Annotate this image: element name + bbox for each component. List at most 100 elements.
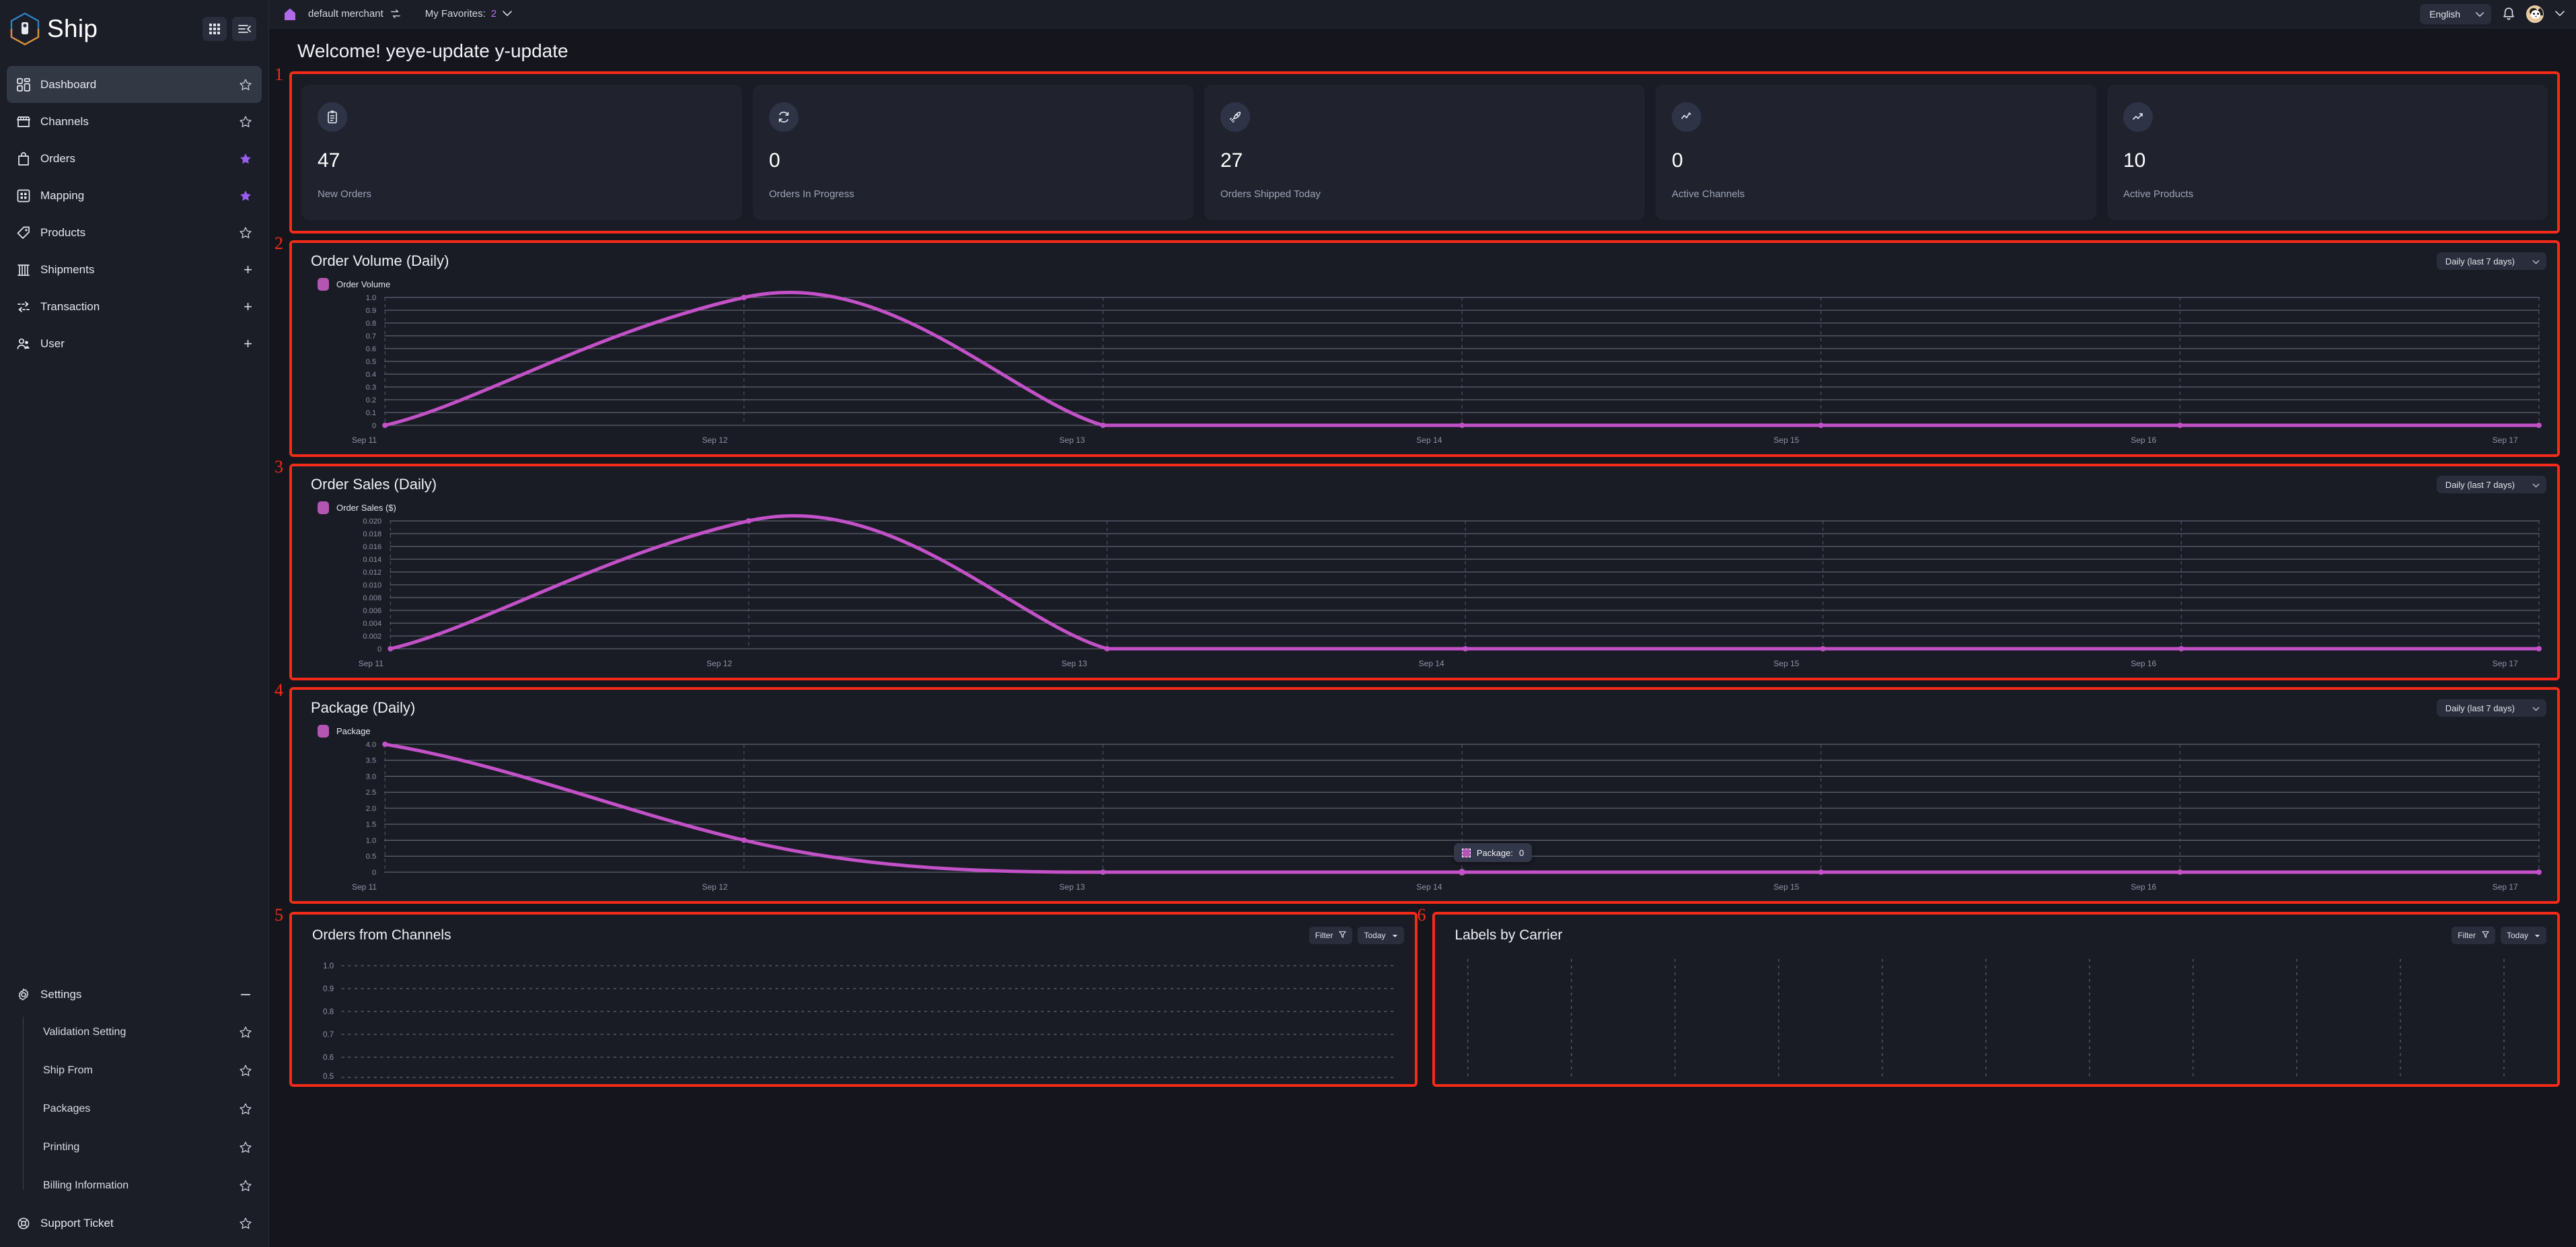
favorite-toggle[interactable] (239, 1026, 252, 1039)
order-sales-legend[interactable]: Order Sales ($) (303, 493, 2546, 514)
panel-header: Order Sales (Daily) Daily (last 7 days) (303, 476, 2546, 493)
stat-value: 47 (318, 149, 726, 172)
my-favorites-dropdown[interactable]: My Favorites: 2 (425, 8, 513, 20)
x-tick: Sep 11 (352, 882, 377, 892)
sidebar-item-shipments[interactable]: Shipments + (7, 251, 262, 288)
merchant-selector[interactable]: default merchant (308, 8, 401, 20)
columns-icon (16, 262, 31, 277)
favorite-toggle[interactable] (239, 226, 252, 240)
favorite-toggle[interactable] (239, 1141, 252, 1154)
sidebar-item-packages[interactable]: Packages (27, 1090, 262, 1128)
stat-card-new-orders[interactable]: 47 New Orders (301, 85, 742, 220)
orders-from-channels-panel: Orders from Channels Filter Today (292, 915, 1415, 1084)
svg-text:0.018: 0.018 (363, 530, 381, 538)
app-root: Ship Dashboard (0, 0, 2576, 1247)
x-tick: Sep 12 (702, 882, 728, 892)
svg-text:3.0: 3.0 (366, 773, 376, 781)
sidebar-item-ship-from[interactable]: Ship From (27, 1051, 262, 1090)
stat-value: 27 (1220, 149, 1629, 172)
sidebar-item-label: User (40, 337, 65, 351)
chevron-down-icon (2475, 9, 2485, 20)
svg-text:0.3: 0.3 (366, 384, 376, 392)
panel-header: Order Volume (Daily) Daily (last 7 days) (303, 252, 2546, 270)
collapse-sidebar-button[interactable] (232, 17, 256, 41)
labels-by-carrier-period-selector[interactable]: Today (2501, 927, 2546, 944)
svg-text:0.016: 0.016 (363, 543, 381, 551)
svg-text:0.008: 0.008 (363, 594, 381, 602)
expand-shipments-button[interactable]: + (244, 262, 252, 277)
legend-swatch (318, 725, 329, 738)
svg-text:1.0: 1.0 (366, 837, 376, 845)
stat-label: Active Channels (1672, 188, 2080, 200)
x-tick: Sep 11 (359, 659, 383, 668)
avatar[interactable] (2526, 5, 2544, 23)
stat-card-orders-in-progress[interactable]: 0 Orders In Progress (753, 85, 1193, 220)
expand-user-button[interactable]: + (244, 336, 252, 351)
sidebar-item-support-ticket[interactable]: Support Ticket (7, 1205, 262, 1242)
stat-card-active-products[interactable]: 10 Active Products (2107, 85, 2548, 220)
dashboard-content: Welcome! yeye-update y-update 1 47 New O… (269, 28, 2576, 1247)
sidebar-item-transaction[interactable]: Transaction + (7, 288, 262, 325)
order-volume-panel: Order Volume (Daily) Daily (last 7 days)… (292, 243, 2557, 454)
favorite-toggle[interactable] (239, 115, 252, 129)
order-sales-panel: Order Sales (Daily) Daily (last 7 days) … (292, 466, 2557, 678)
sidebar-item-label: Mapping (40, 189, 84, 203)
chevron-down-icon (502, 8, 513, 20)
star-filled-icon (239, 189, 252, 203)
labels-by-carrier-plot (1446, 958, 2547, 1079)
minus-icon (239, 988, 252, 1001)
svg-text:0.6: 0.6 (366, 345, 376, 353)
sidebar-item-mapping[interactable]: Mapping (7, 177, 262, 214)
labels-by-carrier-chart (1446, 958, 2547, 1079)
order-sales-range-selector[interactable]: Daily (last 7 days) (2437, 476, 2546, 493)
sidebar-item-validation-setting[interactable]: Validation Setting (27, 1013, 262, 1051)
favorite-toggle[interactable] (239, 1217, 252, 1230)
collapse-settings-button[interactable] (239, 988, 252, 1001)
sidebar-item-channels[interactable]: Channels (7, 103, 262, 140)
favorite-toggle[interactable] (239, 1064, 252, 1077)
favorite-toggle[interactable] (239, 78, 252, 92)
package-range-selector[interactable]: Daily (last 7 days) (2437, 699, 2546, 717)
orders-from-channels-period-selector[interactable]: Today (1358, 927, 1403, 944)
ship-logo-icon (9, 12, 40, 46)
favorite-toggle[interactable] (239, 189, 252, 203)
svg-text:0: 0 (377, 645, 381, 653)
x-tick: Sep 15 (1773, 882, 1799, 892)
favorite-toggle[interactable] (239, 152, 252, 166)
order-volume-range-selector[interactable]: Daily (last 7 days) (2437, 252, 2546, 270)
home-icon[interactable] (283, 7, 297, 22)
apps-grid-button[interactable] (203, 17, 227, 41)
favorite-toggle[interactable] (239, 1102, 252, 1116)
orders-from-channels-filter-button[interactable]: Filter (1309, 927, 1353, 944)
merchant-name: default merchant (308, 8, 383, 20)
legend-label: Order Sales ($) (336, 503, 396, 513)
sidebar-item-user[interactable]: User + (7, 325, 262, 362)
expand-transaction-button[interactable]: + (244, 299, 252, 314)
package-legend[interactable]: Package (303, 717, 2546, 738)
sidebar-item-dashboard[interactable]: Dashboard (7, 66, 262, 103)
package-plot: 4.03.53.0 2.52.01.5 1.00.50 (303, 738, 2546, 897)
svg-text:1.5: 1.5 (366, 821, 376, 829)
favorite-toggle[interactable] (239, 1179, 252, 1192)
stat-card-active-channels[interactable]: 0 Active Channels (1656, 85, 2096, 220)
svg-text:0.8: 0.8 (366, 320, 376, 328)
svg-text:0.1: 0.1 (366, 409, 376, 417)
language-selector[interactable]: English (2420, 4, 2491, 24)
bell-icon[interactable] (2502, 7, 2515, 22)
sidebar-item-label: Dashboard (40, 78, 96, 92)
rocket-icon (1220, 102, 1250, 132)
sidebar-item-settings[interactable]: Settings (7, 976, 262, 1013)
stat-value: 10 (2123, 149, 2532, 172)
x-tick: Sep 12 (702, 435, 728, 445)
svg-text:0.012: 0.012 (363, 569, 381, 577)
stat-card-orders-shipped-today[interactable]: 27 Orders Shipped Today (1204, 85, 1645, 220)
x-tick: Sep 16 (2131, 435, 2156, 445)
chevron-down-icon[interactable] (2554, 8, 2565, 20)
panel-title: Package (Daily) (303, 699, 415, 717)
sidebar-item-billing-information[interactable]: Billing Information (27, 1166, 262, 1205)
sidebar-item-printing[interactable]: Printing (27, 1128, 262, 1166)
sidebar-item-products[interactable]: Products (7, 214, 262, 251)
sidebar-item-orders[interactable]: Orders (7, 140, 262, 177)
order-volume-legend[interactable]: Order Volume (303, 270, 2546, 291)
labels-by-carrier-filter-button[interactable]: Filter (2452, 927, 2495, 944)
